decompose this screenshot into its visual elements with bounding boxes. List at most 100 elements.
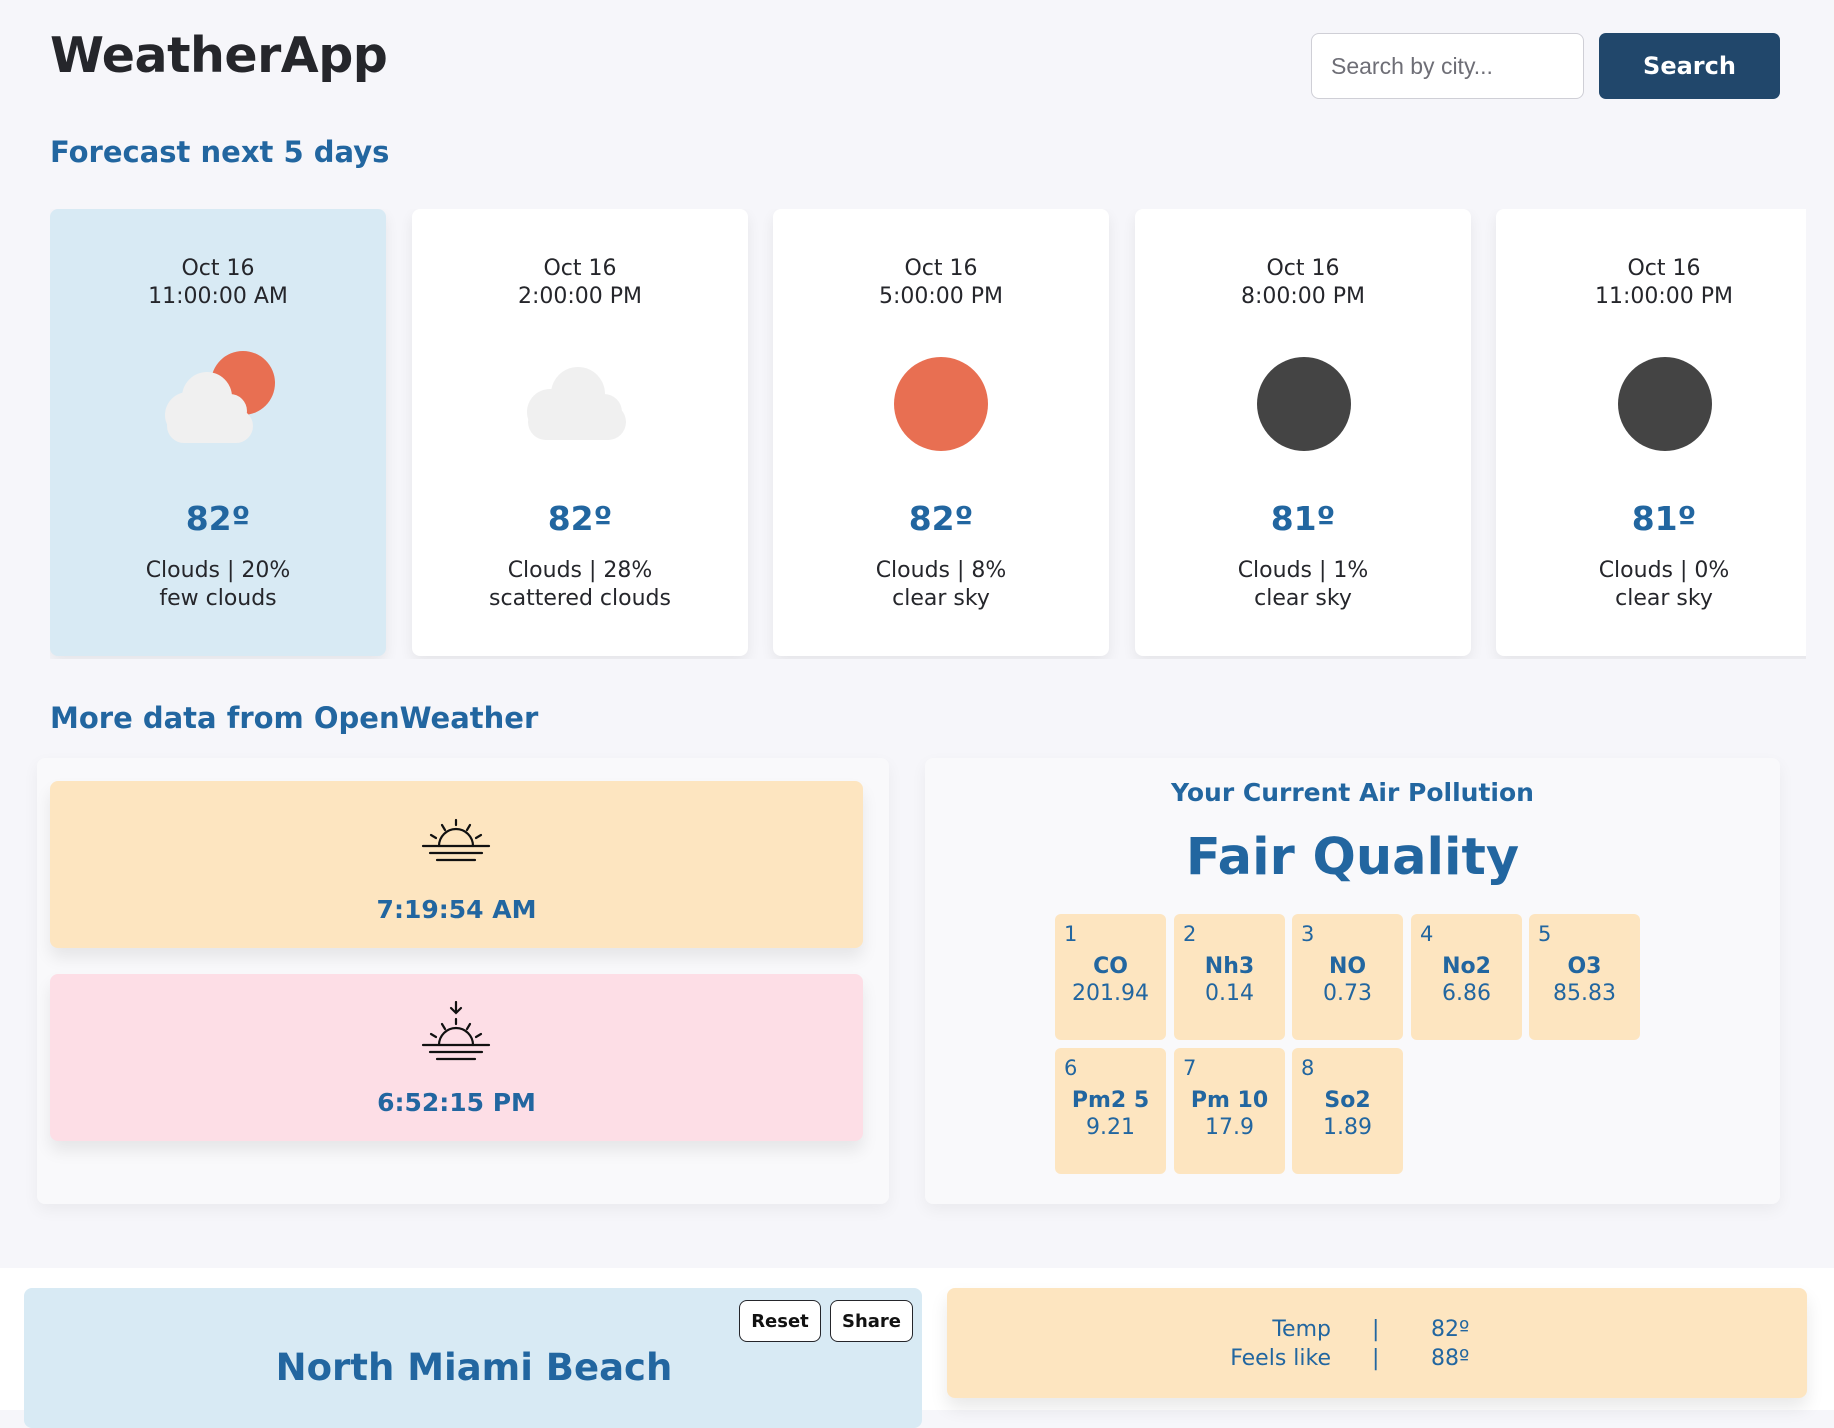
forecast-temp: 81º [1631,499,1697,538]
feels-like-separator: | [1372,1346,1380,1371]
forecast-time: 8:00:00 PM [1240,284,1366,309]
forecast-time: 2:00:00 PM [517,284,643,309]
moon-icon [1618,357,1712,451]
forecast-time: 5:00:00 PM [878,284,1004,309]
forecast-conditions: Clouds | 28% scattered clouds [412,557,748,613]
current-temperature-card: Temp | 82º Feels like | 88º [947,1288,1807,1398]
forecast-date: Oct 16 [1266,256,1340,281]
temp-label: Temp [1272,1317,1331,1342]
forecast-card[interactable]: Oct 16 2:00:00 PM 82º Clouds | 28% scatt… [412,209,748,656]
pollutant-value: 85.83 [1553,981,1616,1006]
forecast-conditions: Clouds | 8% clear sky [773,557,1109,613]
forecast-datetime: Oct 16 2:00:00 PM [412,255,748,311]
forecast-time: 11:00:00 PM [1594,284,1734,309]
pollutant-index: 1 [1064,922,1078,946]
pollutant-name: Pm2 5 [1071,1088,1150,1113]
pollutant-index: 6 [1064,1056,1078,1080]
pollutant-index: 2 [1183,922,1197,946]
forecast-summary: Clouds | 0% [1598,558,1730,583]
pollutant-name: NO [1328,954,1367,979]
pollutant-tile: 3 NO 0.73 [1292,914,1403,1040]
forecast-conditions: Clouds | 1% clear sky [1135,557,1471,613]
search-button[interactable]: Search [1599,33,1780,99]
more-data-section-title: More data from OpenWeather [50,701,539,735]
moon-icon [1257,357,1351,451]
feels-like-label: Feels like [1230,1346,1331,1371]
forecast-conditions: Clouds | 0% clear sky [1496,557,1806,613]
pollutant-tile: 7 Pm 10 17.9 [1174,1048,1285,1174]
forecast-description: clear sky [1254,586,1352,611]
forecast-card[interactable]: Oct 16 8:00:00 PM 81º Clouds | 1% clear … [1135,209,1471,656]
app-title: WeatherApp [50,27,388,84]
pollutant-tile: 2 Nh3 0.14 [1174,914,1285,1040]
sunrise-time: 7:19:54 AM [376,895,537,924]
forecast-card[interactable]: Oct 16 11:00:00 PM 81º Clouds | 0% clear… [1496,209,1806,656]
forecast-card[interactable]: Oct 16 5:00:00 PM 82º Clouds | 8% clear … [773,209,1109,656]
search-input[interactable] [1311,33,1584,99]
pollutant-value: 201.94 [1072,981,1149,1006]
forecast-datetime: Oct 16 11:00:00 AM [50,255,386,311]
pollutant-tile: 5 O3 85.83 [1529,914,1640,1040]
forecast-temp: 82º [185,499,251,538]
forecast-datetime: Oct 16 11:00:00 PM [1496,255,1806,311]
forecast-list: Oct 16 11:00:00 AM 82º Clouds | 20% few … [50,209,1806,659]
cloud-icon [527,367,626,440]
pollutant-name: CO [1093,954,1128,979]
forecast-datetime: Oct 16 5:00:00 PM [773,255,1109,311]
pollutant-name: No2 [1442,954,1491,979]
air-quality-label: Fair Quality [1185,828,1520,887]
pollutant-value: 0.73 [1323,981,1372,1006]
pollutant-value: 17.9 [1205,1115,1254,1140]
sunset-card: 6:52:15 PM [50,974,863,1141]
pollutant-index: 5 [1538,922,1552,946]
sun-times-panel: 7:19:54 AM 6:52:15 PM [37,758,889,1204]
forecast-datetime: Oct 16 8:00:00 PM [1135,255,1471,311]
pollutant-value: 9.21 [1086,1115,1135,1140]
pollutant-value: 1.89 [1323,1115,1372,1140]
pollutant-name: Pm 10 [1190,1088,1269,1113]
forecast-date: Oct 16 [904,256,978,281]
forecast-date: Oct 16 [1627,256,1701,281]
forecast-temp: 81º [1270,499,1336,538]
pollutant-tile: 6 Pm2 5 9.21 [1055,1048,1166,1174]
forecast-summary: Clouds | 20% [145,558,291,583]
temp-separator: | [1372,1317,1380,1342]
sunrise-card: 7:19:54 AM [50,781,863,948]
pollutant-value: 6.86 [1442,981,1491,1006]
pollutant-name: Nh3 [1204,954,1255,979]
pollutant-index: 7 [1183,1056,1197,1080]
pollutant-index: 3 [1301,922,1315,946]
sun-icon [894,357,988,451]
pollutant-name: O3 [1567,954,1602,979]
forecast-description: clear sky [892,586,990,611]
forecast-temp: 82º [547,499,613,538]
forecast-conditions: Clouds | 20% few clouds [50,557,386,613]
forecast-section-title: Forecast next 5 days [50,135,390,169]
pollutant-name: So2 [1324,1088,1371,1113]
pollutant-tile: 1 CO 201.94 [1055,914,1166,1040]
forecast-description: clear sky [1615,586,1713,611]
forecast-time: 11:00:00 AM [148,284,288,309]
forecast-description: scattered clouds [489,586,671,611]
reset-button[interactable]: Reset [739,1300,821,1342]
share-button[interactable]: Share [830,1300,913,1342]
forecast-description: few clouds [159,586,277,611]
forecast-date: Oct 16 [181,256,255,281]
pollutant-index: 8 [1301,1056,1315,1080]
forecast-summary: Clouds | 1% [1237,558,1369,583]
pollutant-index: 4 [1420,922,1434,946]
pollutant-tile: 4 No2 6.86 [1411,914,1522,1040]
forecast-summary: Clouds | 28% [507,558,653,583]
forecast-card[interactable]: Oct 16 11:00:00 AM 82º Clouds | 20% few … [50,209,386,656]
air-pollution-panel: Your Current Air Pollution Fair Quality … [925,758,1780,1204]
location-card: Reset Share North Miami Beach [24,1288,922,1428]
forecast-summary: Clouds | 8% [875,558,1007,583]
air-pollution-title: Your Current Air Pollution [1171,778,1534,807]
sunset-time: 6:52:15 PM [377,1088,536,1117]
forecast-date: Oct 16 [543,256,617,281]
feels-like-value: 88º [1431,1346,1470,1371]
pollutant-tile: 8 So2 1.89 [1292,1048,1403,1174]
temp-value: 82º [1431,1317,1470,1342]
pollutant-value: 0.14 [1205,981,1254,1006]
location-name: North Miami Beach [275,1346,673,1389]
